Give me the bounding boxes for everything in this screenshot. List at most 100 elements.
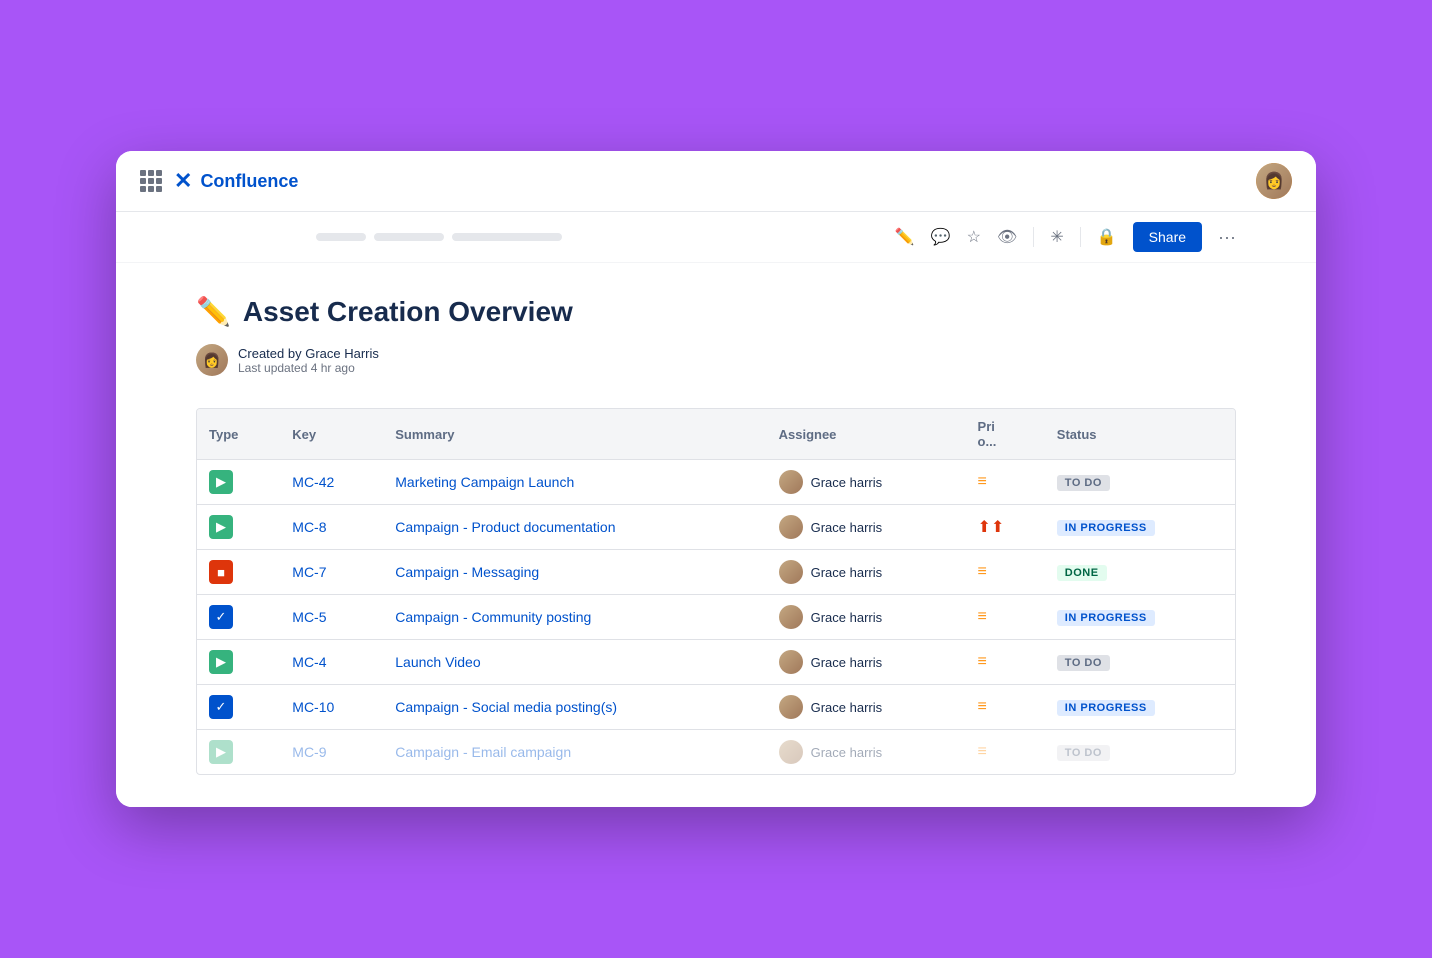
assignee-name: Grace harris [811, 700, 883, 715]
breadcrumb [316, 233, 562, 241]
issue-summary-link[interactable]: Campaign - Social media posting(s) [395, 699, 617, 715]
priority-icon: ≡ [978, 743, 987, 760]
assignee-name: Grace harris [811, 475, 883, 490]
star-icon[interactable]: ☆ [967, 227, 981, 247]
assignee-name: Grace harris [811, 655, 883, 670]
author-info: 👩 Created by Grace Harris Last updated 4… [196, 344, 1236, 376]
table-row: ✓ MC-5 Campaign - Community posting Grac… [197, 595, 1235, 640]
cell-assignee: Grace harris [767, 505, 966, 550]
issue-summary-link[interactable]: Marketing Campaign Launch [395, 474, 574, 490]
author-name: Created by Grace Harris [238, 346, 379, 361]
comment-icon[interactable]: 💬 [931, 227, 951, 247]
cell-type: ▶ [197, 460, 280, 505]
type-icon: ✓ [209, 695, 233, 719]
last-updated: Last updated 4 hr ago [238, 361, 379, 375]
issue-key-link[interactable]: MC-4 [292, 654, 326, 670]
priority-icon: ≡ [978, 563, 987, 580]
priority-icon: ⬆⬆ [978, 519, 1005, 536]
cell-type: ✓ [197, 595, 280, 640]
cell-priority: ≡ [966, 550, 1045, 595]
cell-status: IN PROGRESS [1045, 595, 1235, 640]
cell-status: TO DO [1045, 460, 1235, 505]
issues-table-container: Type Key Summary Assignee Pri o... Statu… [196, 408, 1236, 775]
assignee-avatar [779, 650, 803, 674]
toolbar-divider-2 [1080, 227, 1081, 247]
cell-summary: Campaign - Product documentation [383, 505, 766, 550]
cell-priority: ≡ [966, 685, 1045, 730]
issue-key-link[interactable]: MC-9 [292, 744, 326, 760]
cell-priority: ≡ [966, 595, 1045, 640]
author-avatar: 👩 [196, 344, 228, 376]
loading-icon: ✳ [1050, 227, 1063, 247]
breadcrumb-item-3 [452, 233, 562, 241]
cell-key: MC-42 [280, 460, 383, 505]
cell-summary: Campaign - Messaging [383, 550, 766, 595]
page-content: ✏️ Asset Creation Overview 👩 Created by … [116, 263, 1316, 807]
cell-type: ▶ [197, 505, 280, 550]
assignee-name: Grace harris [811, 565, 883, 580]
assignee-avatar [779, 695, 803, 719]
share-button[interactable]: Share [1133, 222, 1202, 252]
nav-left: ✕ Confluence [140, 168, 298, 194]
issue-summary-link[interactable]: Campaign - Product documentation [395, 519, 615, 535]
cell-assignee: Grace harris [767, 460, 966, 505]
toolbar-right: ✏️ 💬 ☆ 👁 ✳ 🔒 Share ··· [895, 222, 1236, 252]
cell-type: ▶ [197, 640, 280, 685]
cell-key: MC-7 [280, 550, 383, 595]
confluence-logo[interactable]: ✕ Confluence [174, 168, 298, 194]
more-options-icon[interactable]: ··· [1218, 227, 1236, 248]
cell-status: IN PROGRESS [1045, 685, 1235, 730]
cell-summary: Campaign - Email campaign [383, 730, 766, 775]
cell-summary: Campaign - Social media posting(s) [383, 685, 766, 730]
issues-table: Type Key Summary Assignee Pri o... Statu… [197, 409, 1235, 774]
priority-label: Pri [978, 419, 995, 434]
issue-summary-link[interactable]: Campaign - Community posting [395, 609, 591, 625]
cell-summary: Campaign - Community posting [383, 595, 766, 640]
type-icon: ▶ [209, 650, 233, 674]
status-badge: IN PROGRESS [1057, 520, 1155, 536]
edit-icon[interactable]: ✏️ [895, 227, 915, 247]
breadcrumb-item-1 [316, 233, 366, 241]
issue-key-link[interactable]: MC-7 [292, 564, 326, 580]
assignee-name: Grace harris [811, 745, 883, 760]
assignee-avatar [779, 470, 803, 494]
cell-assignee: Grace harris [767, 550, 966, 595]
col-assignee: Assignee [767, 409, 966, 460]
nav-bar: ✕ Confluence 👩 [116, 151, 1316, 212]
priority-icon: ≡ [978, 653, 987, 670]
issue-key-link[interactable]: MC-42 [292, 474, 334, 490]
cell-priority: ≡ [966, 460, 1045, 505]
assignee-avatar [779, 740, 803, 764]
col-status: Status [1045, 409, 1235, 460]
cell-key: MC-5 [280, 595, 383, 640]
cell-key: MC-8 [280, 505, 383, 550]
issue-summary-link[interactable]: Launch Video [395, 654, 480, 670]
watch-icon[interactable]: 👁 [997, 227, 1017, 247]
cell-status: TO DO [1045, 730, 1235, 775]
issue-summary-link[interactable]: Campaign - Messaging [395, 564, 539, 580]
issue-key-link[interactable]: MC-8 [292, 519, 326, 535]
issue-key-link[interactable]: MC-10 [292, 699, 334, 715]
toolbar: ✏️ 💬 ☆ 👁 ✳ 🔒 Share ··· [116, 212, 1316, 263]
cell-key: MC-9 [280, 730, 383, 775]
table-row: ✓ MC-10 Campaign - Social media posting(… [197, 685, 1235, 730]
assignee-name: Grace harris [811, 610, 883, 625]
lock-icon[interactable]: 🔒 [1097, 227, 1117, 247]
cell-status: TO DO [1045, 640, 1235, 685]
table-row: ▶ MC-42 Marketing Campaign Launch Grace … [197, 460, 1235, 505]
cell-status: DONE [1045, 550, 1235, 595]
col-priority: Pri o... [966, 409, 1045, 460]
cell-priority: ≡ [966, 640, 1045, 685]
issue-key-link[interactable]: MC-5 [292, 609, 326, 625]
avatar-image: 👩 [1256, 163, 1292, 199]
grid-icon[interactable] [140, 170, 162, 192]
user-avatar[interactable]: 👩 [1256, 163, 1292, 199]
cell-assignee: Grace harris [767, 730, 966, 775]
priority-sub: o... [978, 434, 997, 449]
cell-assignee: Grace harris [767, 685, 966, 730]
cell-priority: ≡ [966, 730, 1045, 775]
type-icon: ▶ [209, 740, 233, 764]
assignee-avatar [779, 605, 803, 629]
cell-summary: Launch Video [383, 640, 766, 685]
issue-summary-link[interactable]: Campaign - Email campaign [395, 744, 571, 760]
